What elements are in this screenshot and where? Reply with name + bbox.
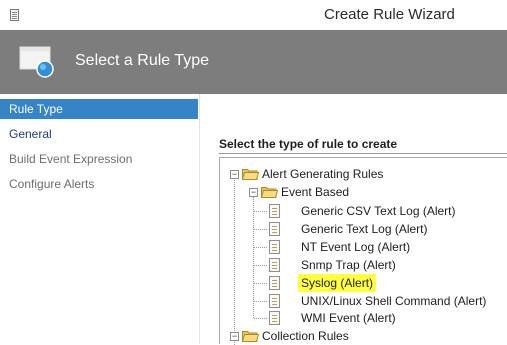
tree-node-label: WMI Event (Alert): [301, 311, 396, 325]
wizard-window-icon: [19, 46, 54, 78]
tree-node-alert-generating-rules[interactable]: − Alert Generating Rules: [220, 165, 500, 183]
rule-document-icon: [269, 276, 280, 290]
tree-leaf-nt-event-log[interactable]: NT Event Log (Alert): [220, 238, 500, 256]
rule-document-icon: [269, 222, 280, 236]
nav-step-label: General: [9, 127, 52, 141]
tree-node-collection-rules[interactable]: − Collection Rules: [220, 327, 500, 345]
rule-type-tree[interactable]: − Alert Generating Rules − Event Based G…: [219, 157, 507, 345]
tree-node-event-based[interactable]: − Event Based: [220, 183, 500, 201]
tree-leaf-syslog[interactable]: Syslog (Alert): [220, 274, 500, 292]
tree-leaf-generic-csv-text-log[interactable]: Generic CSV Text Log (Alert): [220, 202, 500, 220]
tree-leaf-wmi-event[interactable]: WMI Event (Alert): [220, 309, 500, 327]
page-title: Select a Rule Type: [75, 52, 210, 69]
nav-step-label: Rule Type: [9, 102, 63, 116]
tree-leaf-snmp-trap[interactable]: Snmp Trap (Alert): [220, 256, 500, 274]
rule-document-icon: [269, 204, 280, 218]
folder-open-icon: [242, 331, 259, 342]
nav-step-configure-alerts: Configure Alerts: [0, 174, 198, 194]
nav-divider: [199, 94, 200, 344]
collapse-toggle-icon[interactable]: −: [230, 170, 239, 179]
folder-open-icon: [242, 169, 259, 180]
window-title: Create Rule Wizard: [324, 6, 455, 23]
document-icon: [10, 9, 19, 21]
nav-step-label: Configure Alerts: [9, 177, 95, 191]
folder-open-icon: [261, 187, 278, 198]
wizard-header: Select a Rule Type: [0, 30, 507, 94]
nav-step-general[interactable]: General: [0, 124, 198, 144]
tree-node-label-highlighted: Syslog (Alert): [298, 274, 377, 292]
rule-document-icon: [269, 258, 280, 272]
rule-document-icon: [269, 240, 280, 254]
tree-node-label: Generic Text Log (Alert): [301, 222, 428, 236]
title-bar: Create Rule Wizard: [0, 0, 507, 30]
tree-leaf-generic-text-log[interactable]: Generic Text Log (Alert): [220, 220, 500, 238]
tree-node-label: Collection Rules: [262, 329, 349, 343]
tree-node-label: Generic CSV Text Log (Alert): [301, 204, 456, 218]
nav-step-rule-type[interactable]: Rule Type: [0, 99, 198, 119]
nav-step-build-event-expression: Build Event Expression: [0, 149, 198, 169]
tree-leaf-unix-linux-shell-command[interactable]: UNIX/Linux Shell Command (Alert): [220, 292, 500, 310]
tree-node-label: Snmp Trap (Alert): [301, 258, 396, 272]
rule-document-icon: [269, 311, 280, 325]
wizard-steps-nav: Rule Type General Build Event Expression…: [0, 94, 200, 344]
section-heading: Select the type of rule to create: [219, 137, 398, 151]
tree-node-label: Event Based: [281, 185, 350, 199]
collapse-toggle-icon[interactable]: −: [249, 188, 258, 197]
nav-step-label: Build Event Expression: [9, 152, 133, 166]
collapse-toggle-icon[interactable]: −: [230, 332, 239, 341]
tree-node-label: UNIX/Linux Shell Command (Alert): [301, 294, 487, 308]
rule-document-icon: [269, 294, 280, 308]
heading-divider: [219, 153, 507, 154]
tree-node-label: Alert Generating Rules: [262, 167, 384, 181]
tree-node-label: NT Event Log (Alert): [301, 240, 411, 254]
